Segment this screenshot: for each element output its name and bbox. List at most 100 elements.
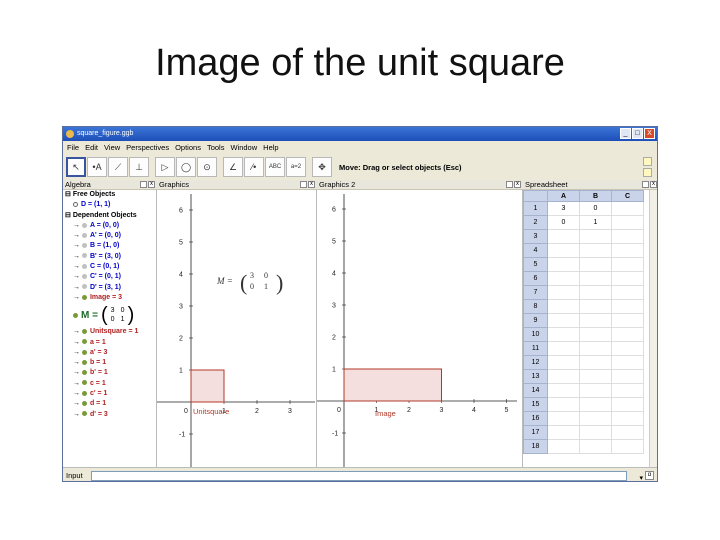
spreadsheet-cell[interactable]: [547, 243, 580, 258]
visibility-dot-icon[interactable]: [81, 263, 87, 269]
list-item[interactable]: → a = 1: [63, 338, 156, 348]
menu-options[interactable]: Options: [175, 141, 201, 154]
column-header[interactable]: B: [579, 190, 612, 202]
spreadsheet-cell[interactable]: [547, 369, 580, 384]
list-item[interactable]: → d = 1: [63, 399, 156, 409]
redo-icon[interactable]: [643, 168, 652, 177]
visibility-dot-icon[interactable]: [81, 328, 87, 334]
list-item[interactable]: → A = (0, 0): [63, 221, 156, 231]
spreadsheet-cell[interactable]: [611, 425, 644, 440]
row-header[interactable]: 17: [523, 425, 548, 440]
spreadsheet-cell[interactable]: [579, 341, 612, 356]
menu-file[interactable]: File: [67, 141, 79, 154]
spreadsheet-cell[interactable]: [579, 271, 612, 286]
corner-cell[interactable]: [523, 190, 548, 202]
list-item[interactable]: → C' = (0, 1): [63, 272, 156, 282]
polygon-icon[interactable]: ▷: [155, 157, 175, 177]
visibility-dot-icon[interactable]: [81, 401, 87, 406]
menu-tools[interactable]: Tools: [207, 141, 225, 154]
spreadsheet-cell[interactable]: 0: [547, 215, 580, 230]
spreadsheet-cell[interactable]: [611, 201, 644, 216]
row-header[interactable]: 18: [523, 439, 548, 454]
row-header[interactable]: 2: [523, 215, 548, 230]
row-header[interactable]: 9: [523, 313, 548, 328]
spreadsheet-cell[interactable]: [611, 271, 644, 286]
spreadsheet-cell[interactable]: [611, 327, 644, 342]
spreadsheet-cell[interactable]: [579, 243, 612, 258]
visibility-dot-icon[interactable]: [81, 232, 87, 238]
free-objects-header[interactable]: ⊟ Free Objects: [63, 190, 156, 200]
spreadsheet-cell[interactable]: [547, 327, 580, 342]
spreadsheet-cell[interactable]: [611, 355, 644, 370]
row-header[interactable]: 7: [523, 285, 548, 300]
spreadsheet-cell[interactable]: [547, 341, 580, 356]
spreadsheet-cell[interactable]: [579, 411, 612, 426]
spreadsheet-cell[interactable]: [547, 411, 580, 426]
graphics2-view[interactable]: 0 1 2 3 4 5 6 5 4 3 2 1 -1 Image: [317, 190, 523, 467]
spreadsheet-cell[interactable]: [611, 383, 644, 398]
input-field[interactable]: [91, 471, 627, 481]
spreadsheet-cell[interactable]: [611, 439, 644, 454]
algebra-style-button[interactable]: [140, 181, 147, 188]
input-dropdown-icon[interactable]: ▾: [639, 471, 643, 481]
visibility-dot-icon[interactable]: [81, 411, 87, 417]
spreadsheet-cell[interactable]: 0: [579, 201, 612, 216]
spreadsheet-cell[interactable]: [547, 257, 580, 272]
spreadsheet-cell[interactable]: [611, 313, 644, 328]
visibility-dot-icon[interactable]: [81, 349, 87, 355]
spreadsheet-cell[interactable]: [547, 425, 580, 440]
reflect-icon[interactable]: ⁄•: [244, 157, 264, 177]
list-item[interactable]: → b = 1: [63, 358, 156, 368]
spreadsheet-cell[interactable]: [611, 215, 644, 230]
visibility-dot-icon[interactable]: [81, 380, 87, 386]
row-header[interactable]: 4: [523, 243, 548, 258]
menu-edit[interactable]: Edit: [85, 141, 98, 154]
spreadsheet-cell[interactable]: [579, 383, 612, 398]
new-point-icon[interactable]: •A: [87, 157, 107, 177]
column-header[interactable]: C: [611, 190, 644, 202]
spreadsheet-cell[interactable]: [547, 355, 580, 370]
spreadsheet-cell[interactable]: [579, 257, 612, 272]
spreadsheet-cell[interactable]: [579, 425, 612, 440]
row-header[interactable]: 5: [523, 257, 548, 272]
spreadsheet-cell[interactable]: [579, 439, 612, 454]
list-item[interactable]: → Unitsquare = 1: [63, 327, 156, 337]
list-item[interactable]: → c = 1: [63, 379, 156, 389]
menu-view[interactable]: View: [104, 141, 120, 154]
row-header[interactable]: 16: [523, 411, 548, 426]
perpendicular-icon[interactable]: ⊥: [129, 157, 149, 177]
visibility-dot-icon[interactable]: [81, 243, 87, 249]
spreadsheet-cell[interactable]: [611, 341, 644, 356]
column-header[interactable]: A: [547, 190, 580, 202]
minimize-button[interactable]: _: [620, 128, 631, 139]
maximize-button[interactable]: □: [632, 128, 643, 139]
spreadsheet-cell[interactable]: [579, 299, 612, 314]
spreadsheet-cell[interactable]: [547, 271, 580, 286]
spreadsheet-scrollbar[interactable]: [649, 190, 657, 467]
visibility-dot-icon[interactable]: [81, 339, 87, 345]
visibility-dot-icon[interactable]: [81, 370, 87, 376]
list-item[interactable]: → Image = 3: [63, 293, 156, 303]
menu-window[interactable]: Window: [230, 141, 257, 154]
text-abc-icon[interactable]: ABC: [265, 157, 285, 177]
algebra-close-button[interactable]: x: [148, 181, 155, 188]
list-item[interactable]: → B' = (3, 0): [63, 252, 156, 262]
spreadsheet-cell[interactable]: [579, 313, 612, 328]
spreadsheet-cell[interactable]: [547, 397, 580, 412]
matrix-item[interactable]: M = ( 30 01 ): [63, 303, 156, 327]
row-header[interactable]: 14: [523, 383, 548, 398]
spreadsheet-cell[interactable]: 3: [547, 201, 580, 216]
spreadsheet-cell[interactable]: [579, 355, 612, 370]
slider-icon[interactable]: a=2: [286, 157, 306, 177]
spreadsheet-cell[interactable]: [611, 397, 644, 412]
visibility-dot-icon[interactable]: [81, 222, 87, 228]
menu-perspectives[interactable]: Perspectives: [126, 141, 169, 154]
spreadsheet-cell[interactable]: [547, 383, 580, 398]
list-item[interactable]: → C = (0, 1): [63, 262, 156, 272]
spreadsheet-cell[interactable]: [547, 229, 580, 244]
row-header[interactable]: 12: [523, 355, 548, 370]
row-header[interactable]: 11: [523, 341, 548, 356]
input-help-button[interactable]: α: [645, 471, 654, 480]
list-item[interactable]: → a' = 3: [63, 348, 156, 358]
line-icon[interactable]: ⟋: [108, 157, 128, 177]
